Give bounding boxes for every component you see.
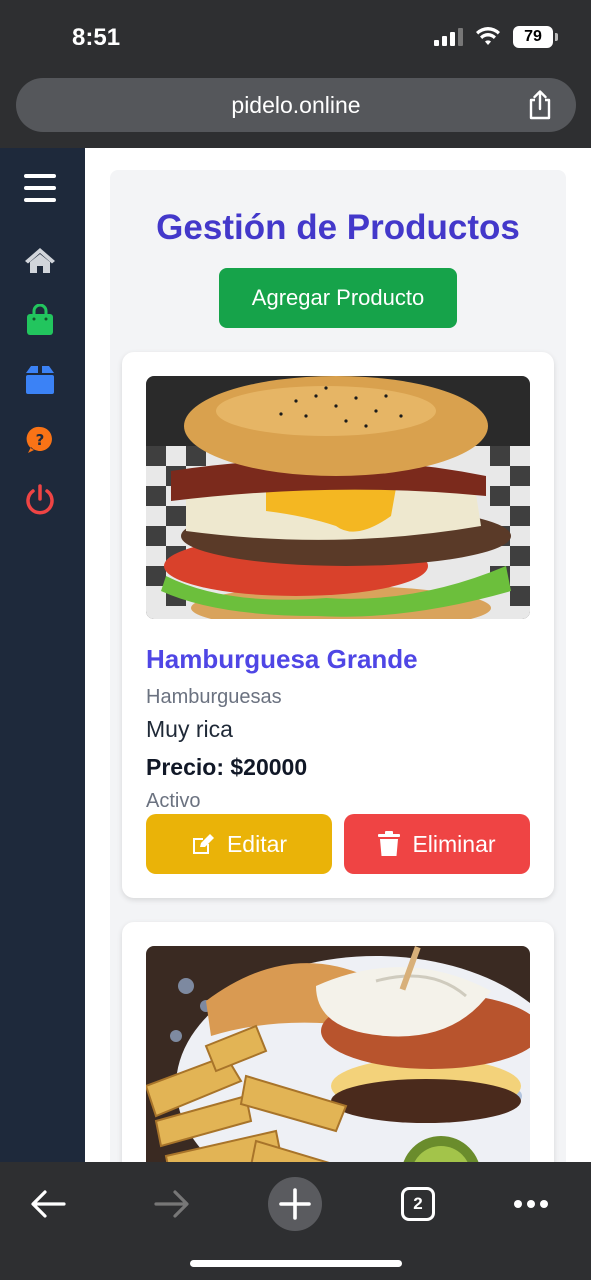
products-panel: Gestión de Productos Agregar Producto Ha… [110,170,566,1162]
product-image [146,946,530,1162]
signal-icon [434,28,463,46]
product-name: Hamburguesa Grande [146,644,418,674]
tabs-count: 2 [401,1187,435,1221]
status-time: 8:51 [72,24,121,51]
wifi-icon [476,27,500,45]
product-card: Hamburguesa Grande Hamburguesas Muy rica… [122,352,554,898]
edit-button-label: Editar [226,830,288,857]
new-tab-icon[interactable] [267,1176,323,1232]
home-indicator [190,1260,402,1267]
menu-icon[interactable] [24,172,56,204]
box-icon[interactable] [24,364,56,396]
product-description: Muy rica [146,716,233,742]
product-status: Activo [146,790,201,812]
edit-icon [192,834,214,854]
tabs-button[interactable]: 2 [390,1176,446,1232]
browser-bottom-toolbar: 2 [0,1162,591,1280]
power-icon[interactable] [24,484,56,516]
trash-icon [378,831,401,856]
product-category: Hamburguesas [146,686,282,708]
battery-icon: 79 [513,26,558,48]
forward-icon [144,1176,200,1232]
home-icon[interactable] [24,244,56,276]
delete-button[interactable]: Eliminar [344,814,530,874]
main-content: Gestión de Productos Agregar Producto Ha… [85,148,591,1162]
url-bar[interactable]: pidelo.online [16,78,576,132]
add-product-button[interactable]: Agregar Producto [219,268,457,328]
url-text: pidelo.online [231,92,361,118]
shopping-bag-icon[interactable] [24,304,56,336]
share-icon[interactable] [526,90,554,120]
status-indicators: 79 [434,26,558,48]
help-icon[interactable]: ? [24,424,56,456]
page-title: Gestión de Productos [156,208,520,247]
product-image [146,376,530,619]
product-card [122,922,554,1162]
browser-top-chrome: 8:51 79 pidelo.online [0,0,591,148]
delete-button-label: Eliminar [412,830,496,857]
edit-button[interactable]: Editar [146,814,332,874]
product-price: Precio: $20000 [146,754,308,780]
more-icon[interactable] [503,1176,559,1232]
svg-text:?: ? [36,431,45,449]
sidebar: ? [0,148,85,1162]
back-icon[interactable] [20,1176,76,1232]
